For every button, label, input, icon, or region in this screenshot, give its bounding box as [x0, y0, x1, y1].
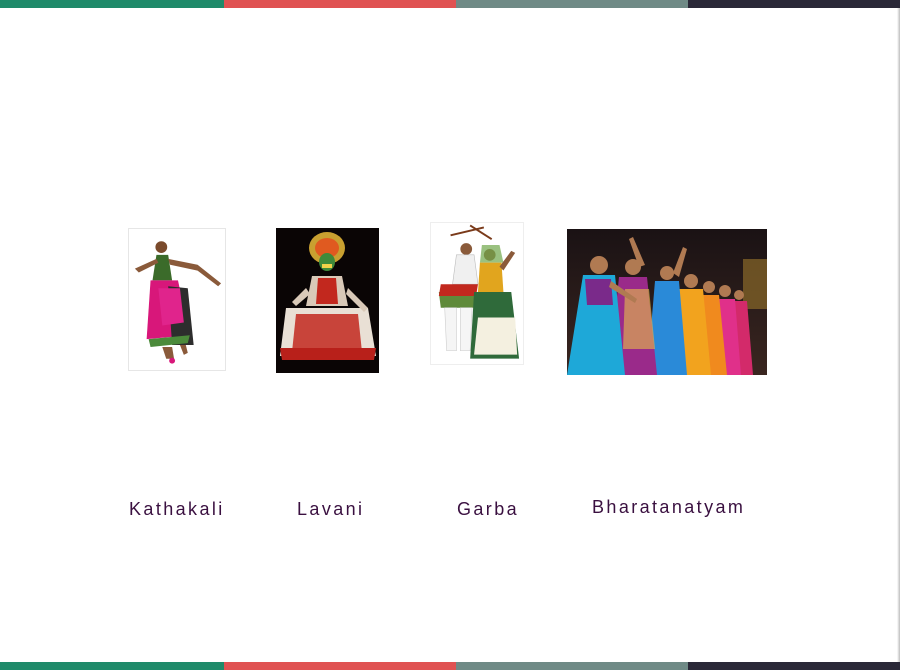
bottom-bar-segment-red: [224, 662, 456, 670]
top-color-bar: [0, 0, 900, 8]
dance-image-2: [276, 228, 379, 373]
top-bar-segment-dark: [688, 0, 900, 8]
bottom-bar-segment-green: [0, 662, 224, 670]
dance-image-4: [567, 229, 767, 375]
dance-label-4: Bharatanatyam: [592, 497, 746, 517]
dance-label-1: Kathakali: [129, 499, 225, 519]
bottom-bar-segment-dark: [688, 662, 900, 670]
group-dancers-illustration: [567, 229, 767, 375]
dancers-with-sticks-illustration: [431, 223, 523, 364]
top-bar-segment-green: [0, 0, 224, 8]
bottom-bar-segment-gray: [456, 662, 688, 670]
dance-label-2: Lavani: [297, 499, 365, 519]
dancer-crown-illustration: [276, 228, 379, 373]
bottom-color-bar: [0, 662, 900, 670]
dance-image-3: [430, 222, 524, 365]
top-bar-segment-red: [224, 0, 456, 8]
dance-label-3: Garba: [457, 499, 520, 519]
dance-image-1: [128, 228, 226, 371]
dancer-pink-saree-illustration: [129, 229, 225, 370]
top-bar-segment-gray: [456, 0, 688, 8]
